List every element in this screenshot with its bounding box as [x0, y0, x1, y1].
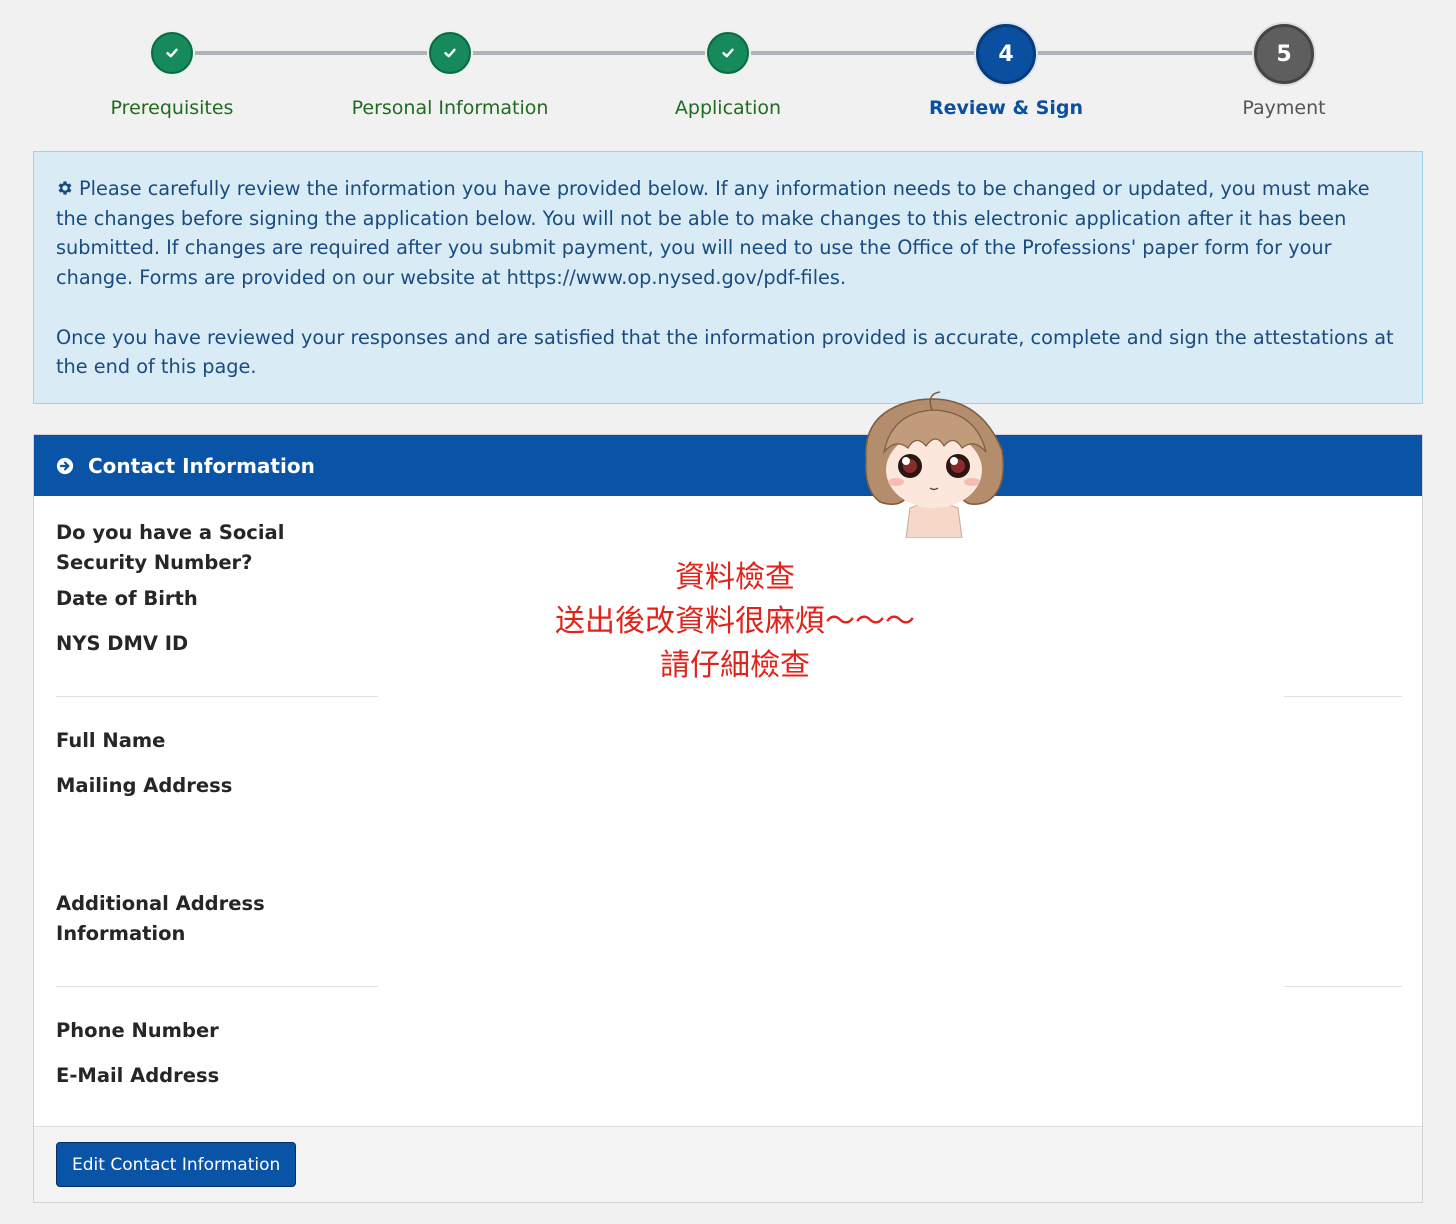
step-label: Payment — [1242, 97, 1326, 119]
divider — [1284, 986, 1402, 987]
panel-title: Contact Information — [88, 453, 315, 478]
annotation-line-2: 送出後改資料很麻煩～～～ — [555, 604, 915, 639]
annotation-note: 資料檢查 送出後改資料很麻煩～～～ 請仔細檢查 — [540, 556, 930, 688]
field-label-mailing-address: Mailing Address — [56, 774, 233, 797]
step-number-badge: 5 — [1254, 24, 1314, 84]
progress-stepper: Prerequisites Personal Information Appli… — [0, 0, 1456, 140]
check-icon — [707, 32, 749, 74]
alert-paragraph-2: Once you have reviewed your responses an… — [56, 325, 1394, 379]
step-label: Prerequisites — [110, 97, 234, 119]
field-label-additional-address: Additional Address Information — [56, 892, 265, 945]
alert-text-1: Please carefully review the information … — [56, 177, 1370, 290]
alert-paragraph-1: Please carefully review the information … — [56, 174, 1400, 293]
arrow-circle-right-icon — [56, 457, 74, 474]
check-icon — [429, 32, 471, 74]
contact-information-panel: Contact Information Do you have a Social… — [33, 434, 1423, 1203]
step-label: Review & Sign — [929, 97, 1083, 119]
annotation-line-1: 資料檢查 — [675, 560, 795, 595]
step-label: Personal Information — [351, 97, 549, 119]
field-label-phone: Phone Number — [56, 1019, 219, 1042]
review-instructions-alert: Please carefully review the information … — [33, 151, 1423, 404]
annotation-line-3: 請仔細檢查 — [660, 648, 810, 683]
field-label-full-name: Full Name — [56, 729, 166, 752]
divider — [1284, 696, 1402, 697]
check-icon — [151, 32, 193, 74]
field-label-dmv-id: NYS DMV ID — [56, 632, 189, 655]
field-label-date-of-birth: Date of Birth — [56, 587, 198, 610]
field-label-ssn: Do you have a Social Security Number? — [56, 521, 285, 574]
edit-contact-information-button[interactable]: Edit Contact Information — [56, 1142, 297, 1187]
panel-header: Contact Information — [34, 435, 1422, 496]
divider — [56, 986, 378, 987]
panel-footer: Edit Contact Information — [34, 1126, 1422, 1202]
gear-icon — [56, 176, 74, 195]
divider — [56, 696, 378, 697]
field-label-email: E-Mail Address — [56, 1064, 220, 1087]
step-label: Application — [674, 97, 782, 119]
chibi-girl-sticker — [865, 391, 1004, 538]
step-number-badge: 4 — [976, 24, 1036, 84]
